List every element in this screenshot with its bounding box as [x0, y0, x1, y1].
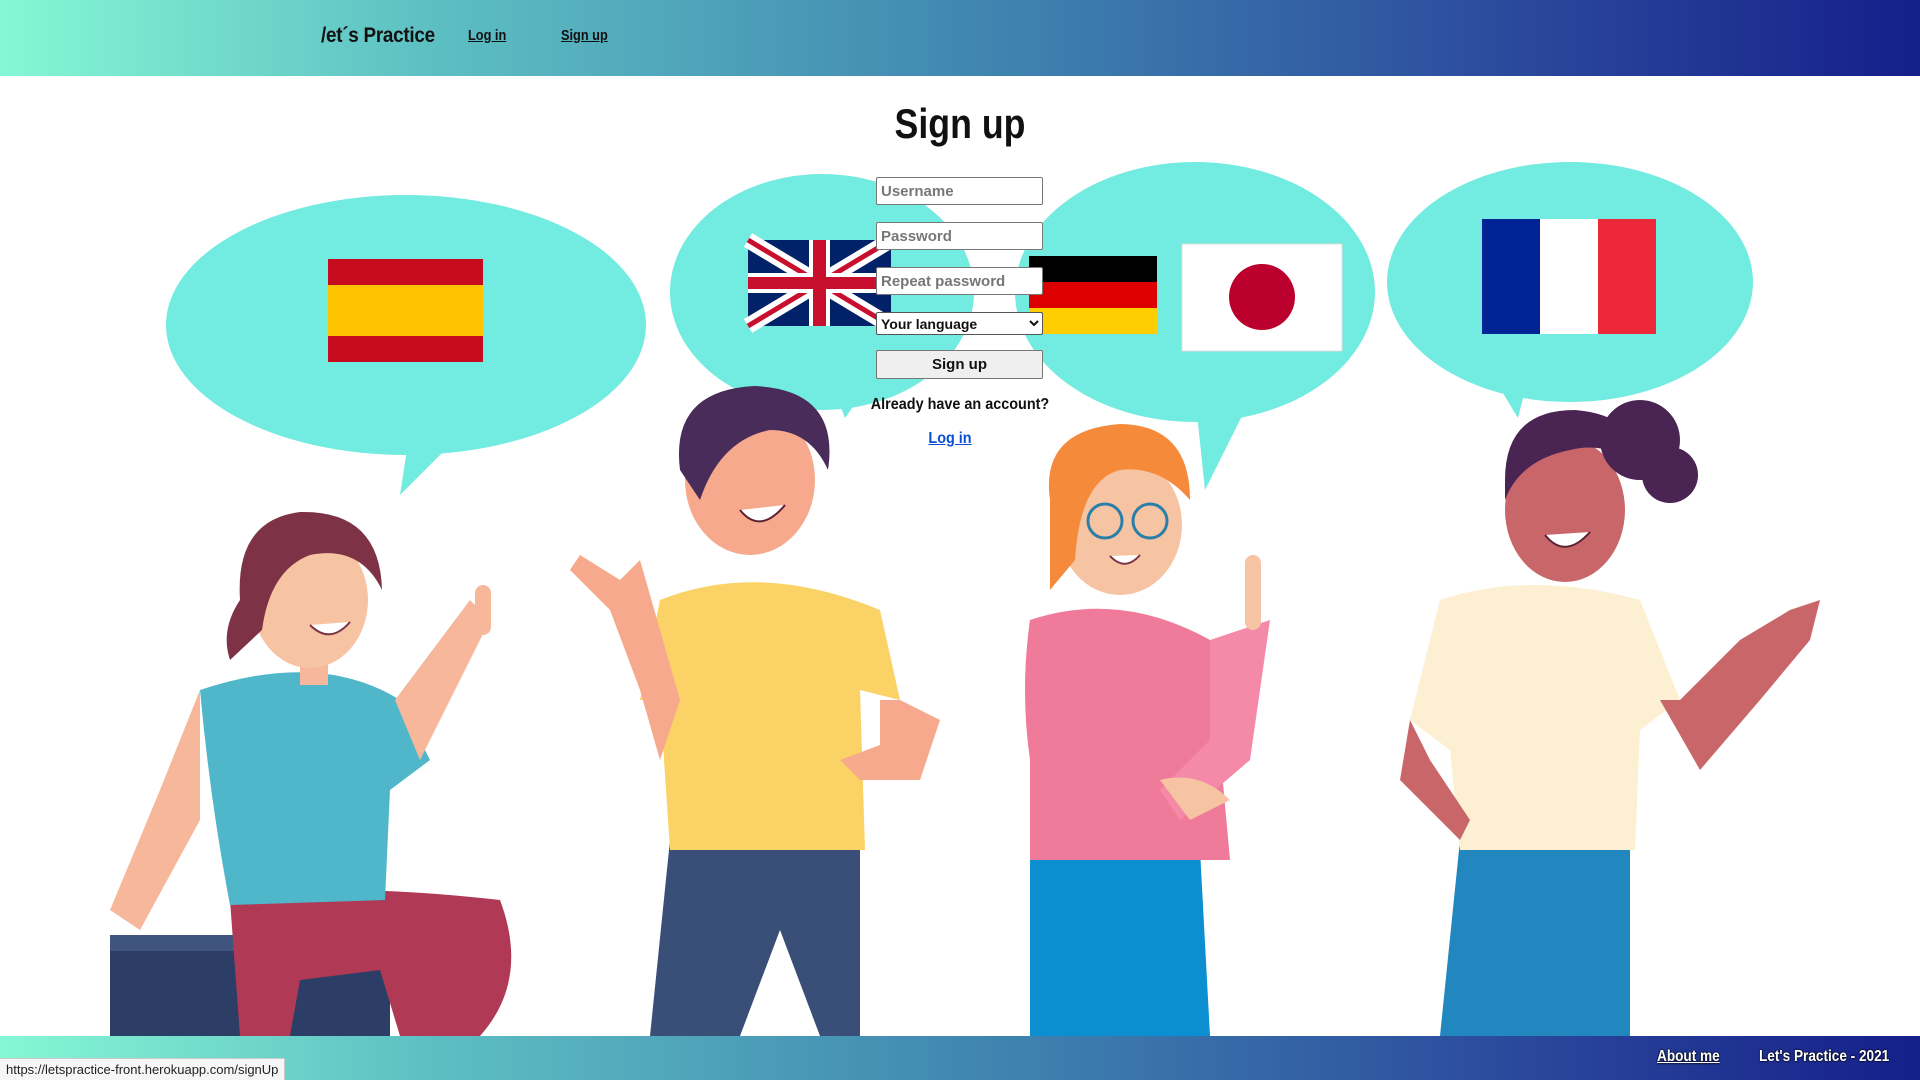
brand-logo[interactable]: /et´s Practice: [321, 24, 435, 48]
person-woman-cream: [1400, 400, 1820, 1036]
language-people-illustration: [110, 162, 1820, 1036]
top-nav-bar: /et´s Practice Log in Sign up: [0, 0, 1920, 76]
nav-login-link[interactable]: Log in: [468, 27, 506, 44]
person-woman-teal: [110, 511, 512, 1036]
repeat-password-input[interactable]: [876, 267, 1043, 295]
person-man-yellow: [570, 386, 940, 1036]
signup-submit-button[interactable]: Sign up: [876, 350, 1043, 379]
japan-flag-icon: [1181, 243, 1343, 352]
person-woman-pink: [1025, 424, 1270, 1036]
browser-status-url: https://letspractice-front.herokuapp.com…: [0, 1058, 286, 1080]
france-flag-icon: [1482, 219, 1656, 334]
username-input[interactable]: [876, 177, 1043, 205]
language-select[interactable]: Your language: [876, 312, 1043, 335]
spain-flag-icon: [328, 259, 483, 362]
uk-flag-icon: [743, 233, 896, 333]
copyright-text: Let's Practice - 2021: [1759, 1048, 1890, 1065]
page-title: Sign up: [894, 100, 1026, 147]
password-input[interactable]: [876, 222, 1043, 250]
nav-signup-link[interactable]: Sign up: [561, 27, 608, 44]
footer-bar: About me Let's Practice - 2021: [0, 1036, 1920, 1080]
germany-flag-icon: [1029, 256, 1157, 334]
already-account-text: Already have an account?: [870, 396, 1050, 413]
login-link[interactable]: Log in: [887, 430, 1013, 448]
about-me-link[interactable]: About me: [1657, 1048, 1720, 1066]
